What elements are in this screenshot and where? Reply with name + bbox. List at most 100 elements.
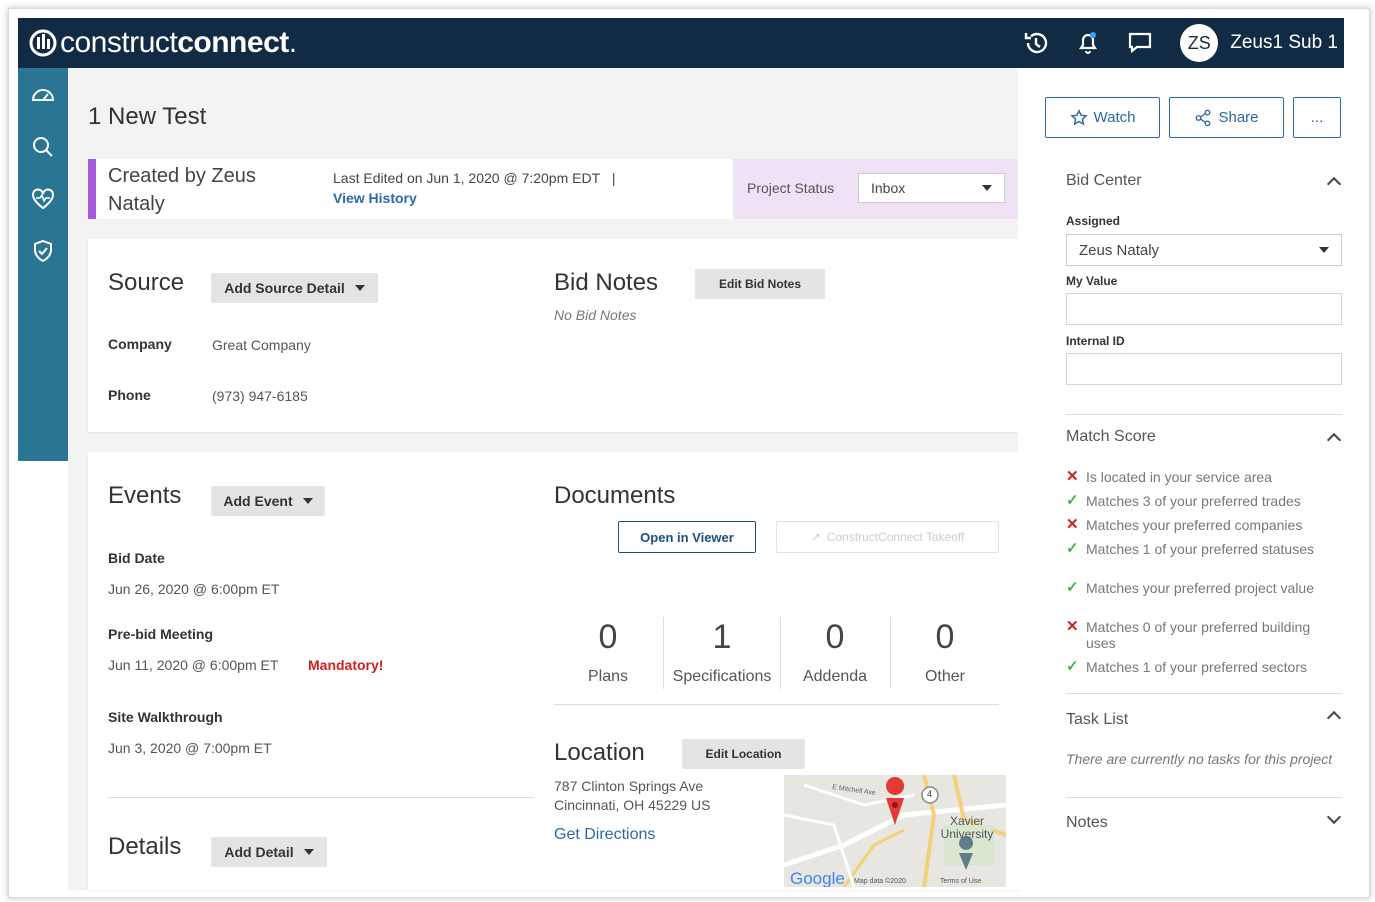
- watch-button[interactable]: Watch: [1045, 97, 1160, 138]
- logo-text-thin: construct: [60, 26, 178, 59]
- internal-id-input[interactable]: [1066, 353, 1342, 385]
- my-value-label: My Value: [1066, 274, 1118, 288]
- map-route-label: 4: [927, 789, 933, 799]
- project-status-select[interactable]: Inbox: [858, 173, 1005, 203]
- chevron-down-icon: [982, 185, 992, 191]
- external-link-icon: ↗: [810, 530, 821, 544]
- events-heading: Events: [108, 482, 182, 509]
- edit-bid-notes-button[interactable]: Edit Bid Notes: [695, 269, 825, 299]
- x-icon: ✕: [1066, 468, 1079, 485]
- x-icon: ✕: [1066, 618, 1079, 635]
- check-icon: ✓: [1066, 579, 1079, 596]
- bid-notes-heading: Bid Notes: [554, 269, 659, 296]
- divider: [780, 617, 781, 689]
- plans-count[interactable]: 0: [578, 618, 638, 657]
- history-icon[interactable]: [1010, 18, 1062, 68]
- source-bidnotes-card: Source Add Source Detail Company Great C…: [88, 239, 1019, 432]
- divider: [108, 797, 534, 798]
- addenda-label: Addenda: [802, 668, 868, 685]
- map-poi-label: Xavier University: [940, 814, 994, 841]
- more-options-button[interactable]: ...: [1293, 97, 1341, 138]
- event-value: Jun 11, 2020 @ 6:00pm ET: [108, 657, 279, 673]
- divider: [554, 704, 999, 705]
- top-icons: ZS Zeus1 Sub 1: [1010, 18, 1344, 68]
- x-icon: ✕: [1066, 516, 1079, 533]
- assigned-select[interactable]: Zeus Nataly: [1066, 234, 1342, 266]
- created-by: Created by Zeus Nataly: [108, 165, 256, 215]
- bid-notes-empty: No Bid Notes: [554, 307, 637, 323]
- chevron-down-icon: [1319, 247, 1329, 253]
- star-icon: [1069, 108, 1088, 125]
- notes-heading: Notes: [1066, 814, 1108, 831]
- my-value-input[interactable]: [1066, 293, 1342, 325]
- internal-id-label: Internal ID: [1066, 334, 1125, 348]
- page-title: 1 New Test: [88, 103, 207, 130]
- details-heading: Details: [108, 833, 182, 860]
- left-sidebar: [18, 68, 68, 461]
- event-value: Jun 26, 2020 @ 6:00pm ET: [108, 581, 280, 597]
- main-content: 1 New Test Created by Zeus Nataly Last E…: [68, 68, 1019, 890]
- location-map[interactable]: E Mitchell Ave 4 Xavier University Googl…: [784, 775, 1006, 887]
- collapse-chevron-icon[interactable]: [1326, 176, 1342, 192]
- view-history-link[interactable]: View History: [333, 190, 417, 206]
- addenda-count[interactable]: 0: [805, 618, 865, 657]
- add-source-detail-button[interactable]: Add Source Detail: [211, 273, 378, 303]
- phone-label: Phone: [108, 387, 151, 403]
- specifications-count[interactable]: 1: [692, 618, 752, 657]
- open-in-viewer-button[interactable]: Open in Viewer: [618, 521, 756, 553]
- shield-check-icon[interactable]: [18, 226, 68, 276]
- match-item: ✕ Matches 0 of your preferred building us…: [1066, 618, 1311, 652]
- source-heading: Source: [108, 269, 185, 296]
- heart-icon[interactable]: [18, 174, 68, 224]
- plans-label: Plans: [587, 668, 629, 685]
- caret-down-icon: [302, 498, 313, 504]
- match-item: ✓ Matches 1 of your preferred statuses: [1066, 540, 1314, 558]
- address-line2: Cincinnati, OH 45229 US: [554, 797, 711, 813]
- divider: [1066, 797, 1342, 798]
- edit-location-button[interactable]: Edit Location: [682, 739, 805, 769]
- check-icon: ✓: [1066, 492, 1079, 509]
- assigned-label: Assigned: [1066, 214, 1121, 228]
- add-event-button[interactable]: Add Event: [211, 486, 325, 516]
- takeoff-button[interactable]: ↗ ConstructConnect Takeoff: [776, 521, 999, 553]
- add-detail-button[interactable]: Add Detail: [211, 837, 327, 867]
- check-icon: ✓: [1066, 540, 1079, 557]
- collapse-chevron-icon[interactable]: [1326, 432, 1342, 448]
- project-status-box: Project Status Inbox: [733, 159, 1019, 219]
- last-edited: Last Edited on Jun 1, 2020 @ 7:20pm EDT …: [333, 170, 616, 186]
- dashboard-icon[interactable]: [18, 70, 68, 120]
- project-info-bar: Created by Zeus Nataly Last Edited on Ju…: [88, 159, 1019, 219]
- share-button[interactable]: Share: [1169, 97, 1284, 138]
- caret-down-icon: [354, 285, 365, 291]
- match-item: ✓ Matches your preferred project value: [1066, 579, 1314, 597]
- address-line1: 787 Clinton Springs Ave: [554, 778, 704, 794]
- get-directions-link[interactable]: Get Directions: [554, 826, 655, 844]
- match-item: ✕ Is located in your service area: [1066, 468, 1272, 486]
- chat-icon[interactable]: [1114, 18, 1166, 68]
- event-label: Site Walkthrough: [108, 709, 223, 725]
- mandatory-flag: Mandatory!: [308, 657, 384, 673]
- company-label: Company: [108, 336, 172, 352]
- logo-dot: .: [288, 26, 297, 59]
- search-icon[interactable]: [18, 122, 68, 172]
- other-count[interactable]: 0: [915, 618, 975, 657]
- match-item: ✓ Matches 3 of your preferred trades: [1066, 492, 1301, 510]
- check-icon: ✓: [1066, 658, 1079, 675]
- divider: [1066, 414, 1342, 415]
- user-name: Zeus1 Sub 1: [1230, 32, 1338, 53]
- map-terms-link[interactable]: Terms of Use: [940, 878, 981, 885]
- match-score-heading: Match Score: [1066, 428, 1156, 445]
- bell-icon[interactable]: [1062, 18, 1114, 68]
- divider: [1066, 693, 1342, 694]
- top-navigation-bar: construct connect. ZS Zeus1 Sub 1: [18, 18, 1344, 68]
- user-menu[interactable]: ZS Zeus1 Sub 1: [1180, 24, 1338, 62]
- event-label: Pre-bid Meeting: [108, 626, 214, 642]
- assigned-value: Zeus Nataly: [1079, 241, 1160, 259]
- specifications-label: Specifications: [672, 668, 772, 685]
- caret-down-icon: [303, 849, 314, 855]
- project-status-value: Inbox: [871, 180, 906, 196]
- constructconnect-logo[interactable]: construct connect.: [26, 26, 297, 60]
- match-item: ✓ Matches 1 of your preferred sectors: [1066, 658, 1307, 676]
- map-data-attribution: Map data ©2020: [854, 878, 906, 885]
- company-value: Great Company: [212, 337, 311, 353]
